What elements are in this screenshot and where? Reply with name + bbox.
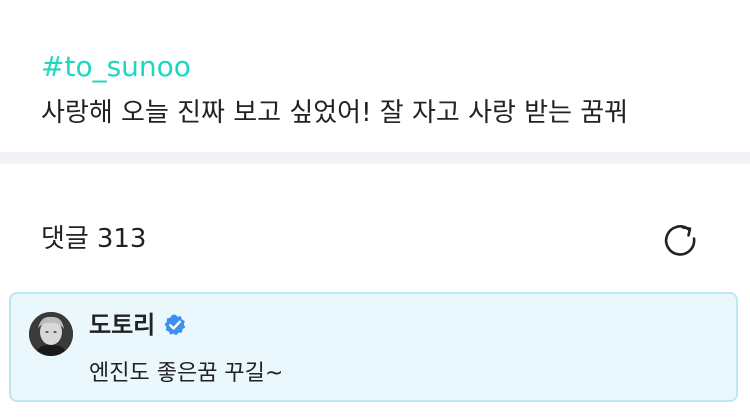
section-divider (0, 152, 750, 164)
comments-count: 313 (96, 224, 147, 254)
avatar-image (29, 312, 73, 356)
post-body-text: 사랑해 오늘 진짜 보고 싶었어! 잘 자고 사랑 받는 꿈꿔 (41, 98, 629, 128)
comment-author-row: 도토리 (89, 310, 187, 340)
comment-text: 엔진도 좋은꿈 꾸길~ (89, 361, 284, 386)
comments-header: 댓글 313 (0, 164, 750, 284)
post-section: #to_sunoo 사랑해 오늘 진짜 보고 싶었어! 잘 자고 사랑 받는 꿈… (0, 0, 750, 152)
avatar[interactable] (29, 312, 73, 356)
comments-title: 댓글 313 (41, 222, 146, 256)
comment-author-name[interactable]: 도토리 (89, 310, 155, 340)
hashtag-link[interactable]: #to_sunoo (41, 50, 191, 84)
verified-badge-icon (163, 313, 187, 337)
refresh-button[interactable] (660, 220, 702, 262)
refresh-icon (664, 225, 696, 256)
comment-card: 도토리 엔진도 좋은꿈 꾸길~ (9, 292, 738, 402)
comments-label: 댓글 (41, 224, 89, 254)
